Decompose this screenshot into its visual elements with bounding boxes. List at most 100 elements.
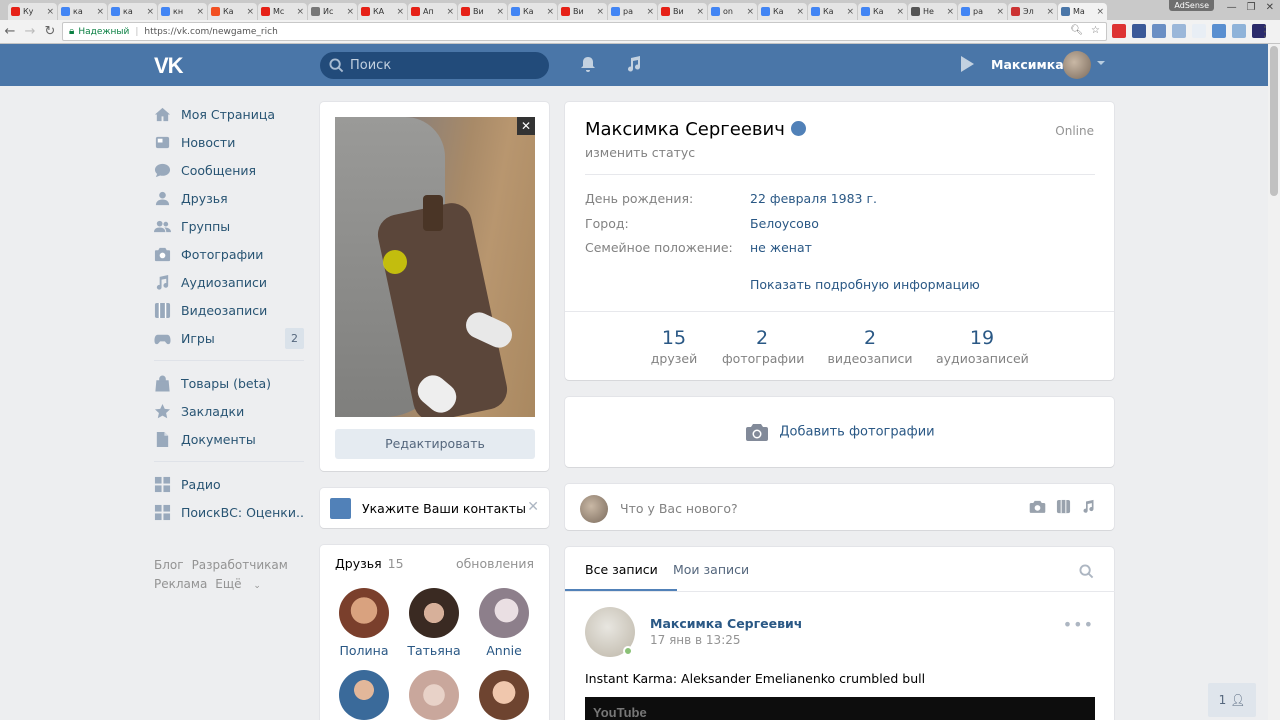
reload-icon[interactable]: ↻ bbox=[40, 24, 60, 39]
footer-link-dev[interactable]: Разработчикам bbox=[192, 558, 288, 572]
browser-tab[interactable]: ра × bbox=[958, 3, 1007, 20]
footer-link-blog[interactable]: Блог bbox=[154, 558, 184, 572]
tab-all-posts[interactable]: Все записи bbox=[585, 562, 658, 577]
add-photos-button[interactable]: Добавить фотографии bbox=[565, 422, 1115, 442]
close-tab-icon[interactable]: × bbox=[496, 7, 504, 17]
info-value[interactable]: Белоусово bbox=[750, 216, 819, 231]
play-icon[interactable] bbox=[958, 55, 976, 73]
browser-tab[interactable]: Ап × bbox=[408, 3, 457, 20]
friend-item[interactable] bbox=[474, 670, 534, 720]
close-tab-icon[interactable]: × bbox=[846, 7, 854, 17]
sidebar-item[interactable]: Радио bbox=[154, 470, 304, 498]
friend-name[interactable]: Татьяна bbox=[404, 643, 464, 658]
extension-icon[interactable] bbox=[1132, 24, 1146, 38]
friends-updates-link[interactable]: обновления bbox=[456, 556, 534, 571]
chevron-down-icon[interactable] bbox=[1097, 61, 1105, 65]
friend-avatar[interactable] bbox=[339, 670, 389, 720]
sidebar-item[interactable]: Видеозаписи bbox=[154, 296, 304, 324]
browser-tab[interactable]: Ка × bbox=[208, 3, 257, 20]
friend-item[interactable]: Полина bbox=[334, 588, 394, 658]
close-tab-icon[interactable]: × bbox=[396, 7, 404, 17]
video-icon[interactable] bbox=[1056, 499, 1071, 514]
show-more-info-link[interactable]: Показать подробную информацию bbox=[750, 277, 980, 292]
info-value[interactable]: 22 февраля 1983 г. bbox=[750, 191, 877, 206]
close-tab-icon[interactable]: × bbox=[146, 7, 154, 17]
back-icon[interactable]: ← bbox=[0, 24, 20, 39]
sidebar-item[interactable]: Моя Страница bbox=[154, 100, 304, 128]
close-icon[interactable]: ✕ bbox=[517, 117, 535, 135]
close-tab-icon[interactable]: × bbox=[346, 7, 354, 17]
window-controls[interactable]: — ❐ ✕ bbox=[1227, 2, 1274, 13]
chat-button[interactable]: 1 👤︎ bbox=[1208, 683, 1256, 717]
post-menu-icon[interactable]: ••• bbox=[1063, 615, 1094, 634]
browser-tab[interactable]: Ка × bbox=[508, 3, 557, 20]
url-text[interactable]: https://vk.com/newgame_rich bbox=[144, 27, 277, 37]
friend-item[interactable]: Annie bbox=[474, 588, 534, 658]
close-tab-icon[interactable]: × bbox=[246, 7, 254, 17]
friend-item[interactable]: Татьяна bbox=[404, 588, 464, 658]
close-window-icon[interactable]: ✕ bbox=[1266, 2, 1274, 13]
bell-icon[interactable] bbox=[579, 55, 597, 73]
footer-link-more[interactable]: Ещё ⌄ bbox=[215, 577, 269, 591]
post-author[interactable]: Максимка Сергеевич bbox=[650, 616, 802, 631]
close-icon[interactable]: ✕ bbox=[527, 499, 539, 515]
close-tab-icon[interactable]: × bbox=[746, 7, 754, 17]
browser-tab[interactable]: Ис × bbox=[308, 3, 357, 20]
friend-name[interactable]: Annie bbox=[474, 643, 534, 658]
bookmark-star-icon[interactable]: ☆ bbox=[1091, 25, 1100, 36]
add-photos-card[interactable]: Добавить фотографии bbox=[565, 397, 1114, 467]
browser-tab[interactable]: ра × bbox=[608, 3, 657, 20]
browser-tab[interactable]: Ви × bbox=[658, 3, 707, 20]
tab-my-posts[interactable]: Мои записи bbox=[673, 562, 749, 577]
close-tab-icon[interactable]: × bbox=[1046, 7, 1054, 17]
sidebar-item[interactable]: Документы bbox=[154, 425, 304, 453]
sidebar-item[interactable]: Группы bbox=[154, 212, 304, 240]
sidebar-item[interactable]: Аудиозаписи bbox=[154, 268, 304, 296]
user-avatar[interactable] bbox=[1063, 51, 1091, 79]
friend-avatar[interactable] bbox=[479, 670, 529, 720]
friend-avatar[interactable] bbox=[339, 588, 389, 638]
sidebar-item[interactable]: Фотографии bbox=[154, 240, 304, 268]
close-tab-icon[interactable]: × bbox=[796, 7, 804, 17]
info-value[interactable]: не женат bbox=[750, 240, 812, 255]
new-post-placeholder[interactable]: Что у Вас нового? bbox=[620, 501, 738, 516]
friend-avatar[interactable] bbox=[479, 588, 529, 638]
browser-tab[interactable]: on × bbox=[708, 3, 757, 20]
extension-icon[interactable] bbox=[1112, 24, 1126, 38]
user-name[interactable]: Максимка bbox=[991, 57, 1064, 72]
close-tab-icon[interactable]: × bbox=[196, 7, 204, 17]
close-tab-icon[interactable]: × bbox=[1096, 7, 1104, 17]
music-icon[interactable] bbox=[625, 55, 643, 73]
footer-link-ads[interactable]: Реклама bbox=[154, 577, 207, 591]
counter-videos[interactable]: 2 видеозаписи bbox=[826, 327, 914, 366]
friend-item[interactable] bbox=[334, 670, 394, 720]
close-tab-icon[interactable]: × bbox=[96, 7, 104, 17]
extension-icon[interactable] bbox=[1172, 24, 1186, 38]
close-tab-icon[interactable]: × bbox=[946, 7, 954, 17]
search-box[interactable] bbox=[320, 52, 549, 79]
friend-name[interactable]: Полина bbox=[334, 643, 394, 658]
counter-friends[interactable]: 15 друзей bbox=[649, 327, 699, 366]
close-tab-icon[interactable]: × bbox=[596, 7, 604, 17]
browser-tab[interactable]: ка × bbox=[108, 3, 157, 20]
maximize-icon[interactable]: ❐ bbox=[1247, 2, 1256, 13]
sidebar-item[interactable]: Товары (beta) bbox=[154, 369, 304, 397]
extension-icon[interactable] bbox=[1232, 24, 1246, 38]
sidebar-item[interactable]: Игры 2 bbox=[154, 324, 304, 352]
close-tab-icon[interactable]: × bbox=[696, 7, 704, 17]
edit-profile-button[interactable]: Редактировать bbox=[335, 429, 535, 459]
close-tab-icon[interactable]: × bbox=[996, 7, 1004, 17]
new-post-box[interactable]: Что у Вас нового? bbox=[565, 484, 1114, 530]
music-icon[interactable] bbox=[1081, 499, 1096, 514]
sidebar-item[interactable]: Друзья bbox=[154, 184, 304, 212]
close-tab-icon[interactable]: × bbox=[296, 7, 304, 17]
scrollbar[interactable] bbox=[1268, 44, 1280, 720]
browser-tab[interactable]: Ви × bbox=[558, 3, 607, 20]
browser-tab[interactable]: кн × bbox=[158, 3, 207, 20]
search-input[interactable] bbox=[350, 58, 530, 73]
browser-tab[interactable]: Ку × bbox=[8, 3, 57, 20]
contacts-prompt[interactable]: Укажите Ваши контакты bbox=[362, 501, 526, 516]
post-video[interactable]: YouTube bbox=[585, 697, 1095, 720]
extension-icon[interactable] bbox=[1212, 24, 1226, 38]
status-edit[interactable]: изменить статус bbox=[585, 145, 695, 160]
